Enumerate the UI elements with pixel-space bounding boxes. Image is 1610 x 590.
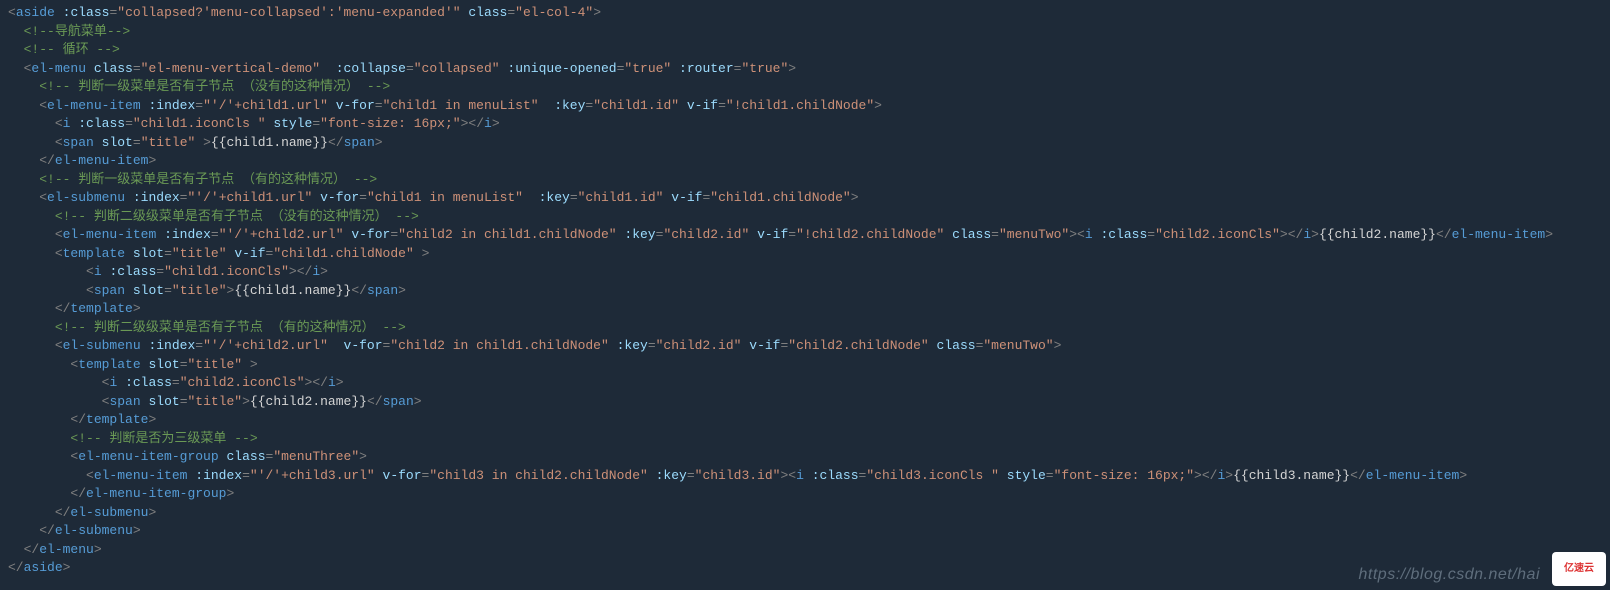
code-block: <aside :class="collapsed?'menu-collapsed… [0, 0, 1610, 578]
logo-text: 亿速云 [1564, 560, 1594, 579]
watermark-text: https://blog.csdn.net/hai [1359, 566, 1541, 585]
logo-badge: 亿速云 [1552, 552, 1606, 586]
